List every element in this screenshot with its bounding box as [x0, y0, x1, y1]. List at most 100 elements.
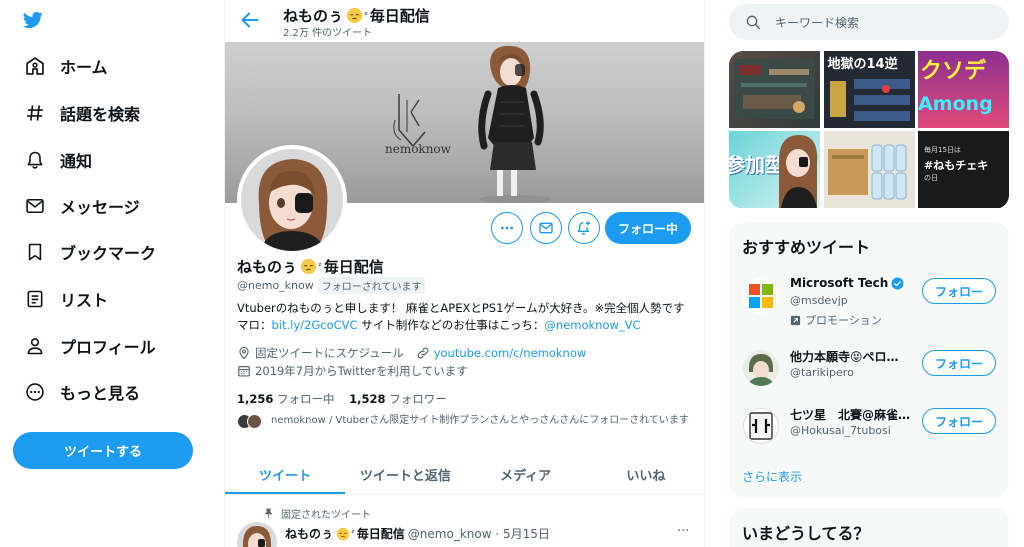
profile-name-suffix: 毎日配信: [323, 258, 384, 276]
media-tile-6-text-main: #ねもチェキ: [924, 159, 989, 172]
tweet-more-button[interactable]: ···: [677, 524, 689, 539]
search-input[interactable]: キーワード検索: [775, 14, 859, 31]
search-box[interactable]: キーワード検索: [729, 4, 1009, 40]
back-arrow-icon[interactable]: [239, 9, 261, 31]
nav-home-label: ホーム: [60, 58, 108, 77]
followers-label: フォロワー: [389, 392, 447, 406]
profile-name-prefix: ねものぅ: [237, 258, 298, 276]
follows-you-badge: フォローされています: [317, 277, 426, 294]
media-tile-1[interactable]: [729, 51, 820, 128]
followers-stat[interactable]: 1,528 フォロワー: [349, 392, 447, 406]
following-stat[interactable]: 1,256 フォロー中: [237, 392, 335, 406]
reco-avatar: [743, 350, 779, 386]
envelope-icon: [539, 222, 553, 234]
tweet-button[interactable]: ツイートする: [13, 432, 193, 469]
tab-media[interactable]: メディア: [466, 455, 586, 494]
promoted-label: プロモーション: [790, 312, 882, 328]
home-icon: [22, 53, 48, 79]
left-navigation: ホーム 話題を検索 通知 メッセージ ブックマーク リスト プロフィール もっと…: [0, 0, 224, 547]
header-name-suffix: 毎日配信: [369, 7, 430, 25]
zzz-icon: ᶻ: [318, 261, 322, 272]
bio-link-mention[interactable]: @nemoknow_VC: [544, 318, 640, 332]
search-icon: [746, 15, 760, 29]
following-label: フォロー中: [277, 392, 335, 406]
more-options-button[interactable]: [491, 212, 523, 244]
verified-badge-icon: [891, 277, 904, 289]
media-tile-5[interactable]: [823, 131, 915, 208]
reco-handle: @Hokusai_7tubosi: [790, 424, 891, 437]
media-tile-2-text: 地獄の14逆: [827, 57, 898, 72]
profile-location: 固定ツイートにスケジュール: [255, 346, 404, 360]
avatar-image: [241, 149, 343, 251]
recommended-item[interactable]: 七ツ星 北賽@麻雀… @Hokusai_7tubosi フォロー: [729, 402, 1009, 464]
hashtag-icon: [22, 100, 48, 126]
tab-tweets[interactable]: ツイート: [225, 455, 346, 494]
followed-by-text: nemoknow / Vtuberさん限定サイト制作プランさんとやっさんさんにフ…: [271, 415, 689, 426]
profile-handle: @nemo_know: [237, 279, 314, 292]
follow-button[interactable]: フォロー: [922, 408, 996, 434]
followed-by-row[interactable]: nemoknow / Vtuberさん限定サイト制作プランさんとやっさんさんにフ…: [237, 414, 692, 430]
follow-button[interactable]: フォロー: [922, 350, 996, 376]
profile-bio: Vtuberのねものぅと申します！ 麻雀とAPEXとPS1ゲームが大好き。※完全…: [237, 300, 697, 334]
tab-tweets-replies[interactable]: ツイートと返信: [345, 455, 465, 494]
followers-count: 1,528: [349, 392, 386, 406]
recommended-tweets-panel: おすすめツイート Microsoft Tech @msdevjp プロモーション…: [729, 222, 1009, 497]
pinned-label-text: 固定されたツイート: [281, 510, 371, 521]
twitter-logo-icon[interactable]: [22, 10, 44, 30]
more-circle-icon: [22, 379, 48, 405]
profile-avatar[interactable]: [237, 145, 347, 255]
sleepy-face-emoji-icon: [300, 258, 317, 275]
zzz-icon: ᶻ: [364, 10, 368, 21]
media-tile-3-text-bottom: Among: [918, 93, 993, 115]
nav-profile-label: プロフィール: [60, 338, 156, 357]
notify-button[interactable]: [568, 212, 600, 244]
profile-header-bar: ねものぅ ᶻ 毎日配信 2.2万 件のツイート: [225, 0, 704, 42]
profile-display-name: ねものぅ ᶻ 毎日配信: [237, 256, 384, 277]
reco-name: Microsoft Tech: [790, 276, 889, 290]
bio-link-marshmallow[interactable]: bit.ly/2GcoCVC: [272, 318, 358, 332]
nav-bookmarks-label: ブックマーク: [60, 244, 157, 263]
banner-character-image: [478, 45, 551, 203]
whats-happening-panel: いまどうしてる？: [729, 508, 1009, 547]
recommended-item[interactable]: 他力本願寺😝ペロ… @tarikipero フォロー: [729, 344, 1009, 406]
profile-website-link[interactable]: youtube.com/c/nemoknow: [434, 346, 587, 360]
nav-home[interactable]: ホーム: [14, 46, 122, 86]
recommended-title: おすすめツイート: [742, 238, 871, 257]
follow-button[interactable]: フォロー: [922, 278, 996, 304]
following-button[interactable]: フォロー中: [605, 212, 691, 244]
recommended-item[interactable]: Microsoft Tech @msdevjp プロモーション フォロー: [729, 272, 1009, 334]
nav-more[interactable]: もっと見る: [14, 372, 154, 412]
person-icon: [22, 333, 48, 359]
nav-messages[interactable]: メッセージ: [14, 186, 154, 226]
nav-profile[interactable]: プロフィール: [14, 326, 170, 366]
pin-icon: [264, 508, 273, 519]
reco-handle: @msdevjp: [790, 294, 848, 307]
nav-explore-label: 話題を検索: [60, 105, 141, 124]
tweet-avatar[interactable]: [237, 522, 277, 547]
profile-column: ねものぅ ᶻ 毎日配信 2.2万 件のツイート nemoknow フォロー中 ね…: [224, 0, 705, 547]
pinned-tweet-header: ねものぅ ᶻ 毎日配信 @nemo_know · 5月15日: [285, 525, 550, 542]
nav-lists[interactable]: リスト: [14, 279, 122, 319]
media-tile-2[interactable]: 地獄の14逆: [823, 51, 915, 128]
header-name-prefix: ねものぅ: [283, 7, 344, 25]
tab-likes[interactable]: いいね: [586, 455, 704, 494]
nav-notifications[interactable]: 通知: [14, 140, 106, 180]
profile-joined: 2019年7月からTwitterを利用しています: [255, 364, 468, 378]
nav-explore[interactable]: 話題を検索: [14, 93, 154, 133]
bell-icon: [22, 147, 48, 173]
pinned-tweet-meta: @nemo_know · 5月15日: [407, 527, 550, 541]
microsoft-logo-icon: [743, 278, 779, 314]
reco-avatar: [743, 408, 779, 444]
following-count: 1,256: [237, 392, 274, 406]
location-pin-icon: [239, 346, 249, 360]
media-tile-6[interactable]: 毎月15日は #ねもチェキ の日: [918, 131, 1009, 208]
calendar-icon: [238, 366, 250, 377]
media-tile-3[interactable]: クソデ Among: [918, 51, 1009, 128]
media-tile-4[interactable]: 参加型: [729, 131, 820, 208]
media-tile-6-text-top: 毎月15日は: [924, 146, 961, 154]
nav-bookmarks[interactable]: ブックマーク: [14, 232, 170, 272]
nav-more-label: もっと見る: [60, 384, 141, 403]
pinned-tweet-author[interactable]: ねものぅ ᶻ 毎日配信: [285, 525, 405, 542]
send-message-button[interactable]: [530, 212, 562, 244]
show-more-link[interactable]: さらに表示: [742, 468, 802, 485]
